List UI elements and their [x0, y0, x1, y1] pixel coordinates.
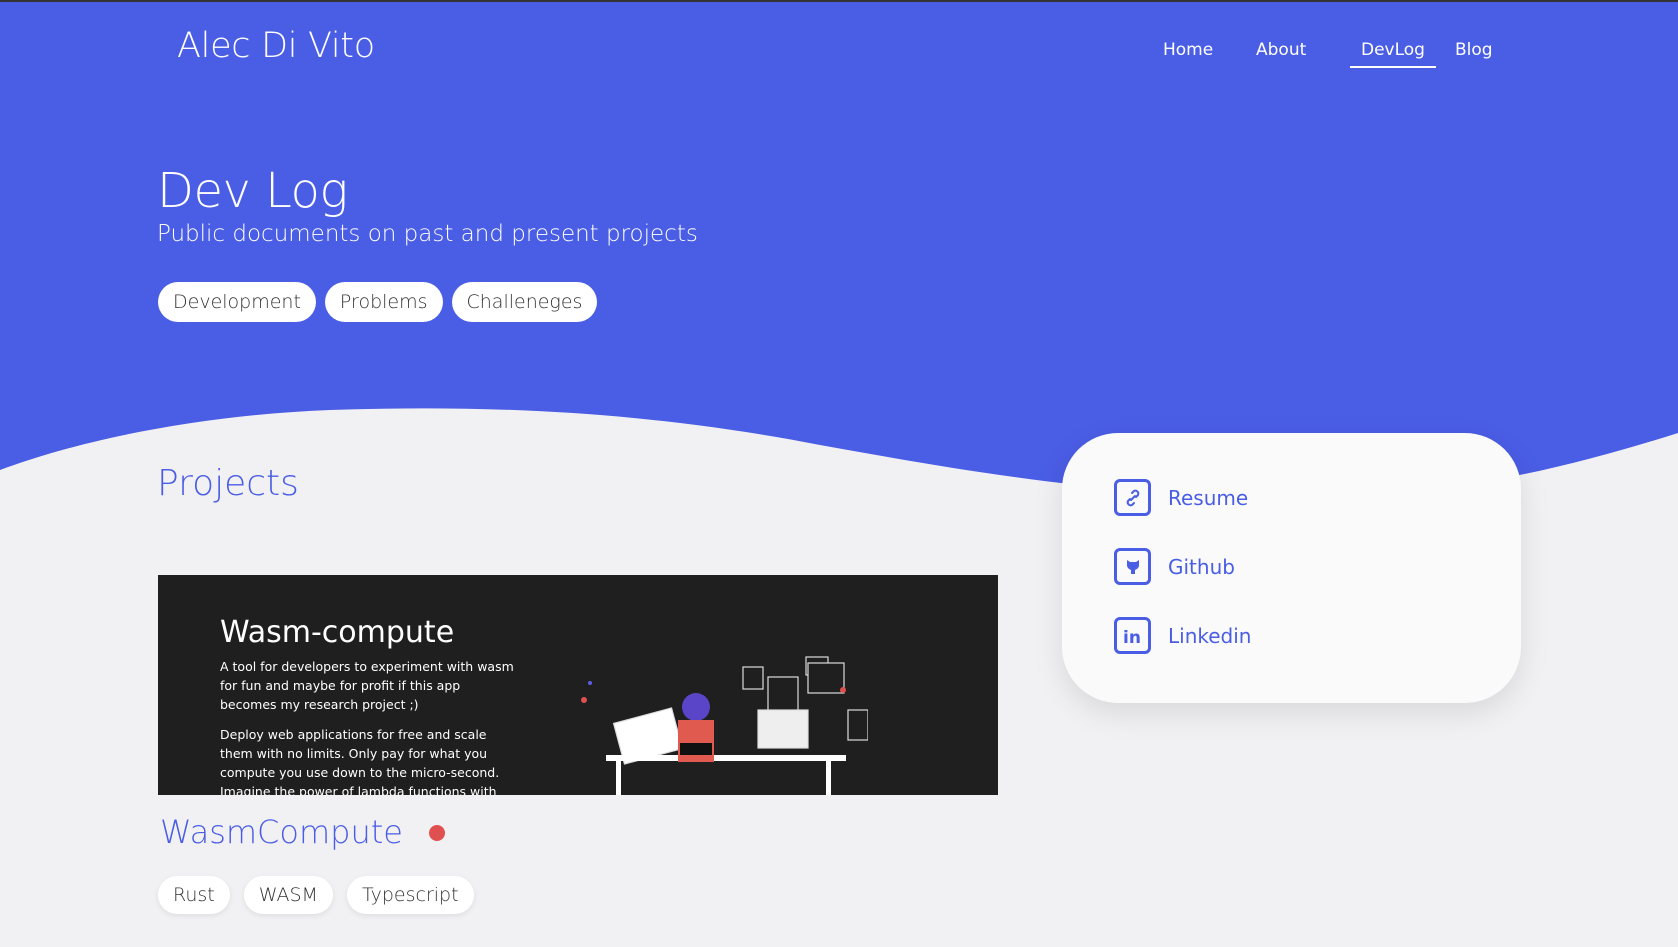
filter-problems[interactable]: Problems — [324, 282, 443, 322]
nav-blog[interactable]: Blog — [1455, 40, 1493, 60]
linkedin-icon: in — [1114, 617, 1151, 654]
developer-illustration — [581, 656, 868, 795]
project-name[interactable]: WasmCompute — [160, 813, 403, 851]
projects-heading: Projects — [157, 463, 299, 504]
nav-home[interactable]: Home — [1163, 40, 1213, 60]
nav-about[interactable]: About — [1256, 40, 1306, 60]
page-title: Dev Log — [157, 163, 348, 219]
project-status-dot — [429, 825, 445, 841]
page-subtitle: Public documents on past and present pro… — [157, 221, 698, 247]
resume-label: Resume — [1168, 485, 1249, 510]
tag-wasm[interactable]: WASM — [243, 876, 333, 914]
link-icon — [1114, 479, 1151, 516]
site-brand[interactable]: Alec Di Vito — [177, 26, 375, 66]
linkedin-label: Linkedin — [1168, 623, 1252, 648]
project-tags: Rust WASM Typescript — [158, 876, 474, 914]
tag-rust[interactable]: Rust — [158, 876, 230, 914]
github-icon — [1114, 548, 1151, 585]
svg-text:in: in — [1123, 628, 1141, 646]
filter-pills: Development Problems Challeneges — [158, 282, 598, 322]
resume-link[interactable]: Resume — [1114, 479, 1248, 516]
thumbnail-title: Wasm-compute — [220, 615, 455, 650]
filter-challenges[interactable]: Challeneges — [451, 282, 598, 322]
github-label: Github — [1168, 554, 1235, 579]
links-card: Resume Github in Linkedin — [1062, 433, 1521, 703]
top-border — [0, 0, 1678, 2]
thumbnail-paragraph-2: Deploy web applications for free and sca… — [220, 727, 500, 795]
github-link[interactable]: Github — [1114, 548, 1235, 585]
thumbnail-paragraph-1: A tool for developers to experiment with… — [220, 659, 514, 712]
filter-development[interactable]: Development — [158, 282, 316, 322]
tag-typescript[interactable]: Typescript — [346, 876, 474, 914]
linkedin-link[interactable]: in Linkedin — [1114, 617, 1251, 654]
nav-devlog[interactable]: DevLog — [1350, 40, 1436, 68]
project-thumbnail[interactable]: Wasm-compute A tool for developers to ex… — [158, 575, 998, 795]
